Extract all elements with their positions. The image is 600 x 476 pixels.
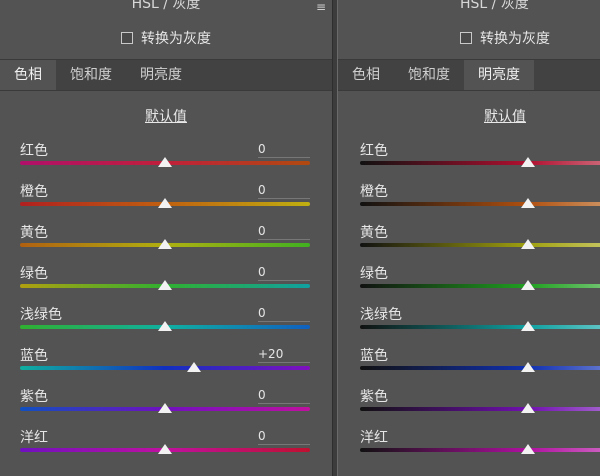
slider-value-field[interactable]: 0	[258, 306, 310, 322]
convert-grayscale-label[interactable]: 转换为灰度	[480, 28, 550, 48]
slider-value-field[interactable]: 0	[258, 142, 310, 158]
slider-label: 蓝色	[20, 348, 48, 364]
slider-value-field[interactable]: 0	[258, 224, 310, 240]
convert-grayscale-checkbox[interactable]	[121, 32, 133, 44]
slider-label: 紫色	[20, 389, 48, 405]
slider-label: 橙色	[360, 184, 388, 200]
slider-value-field[interactable]: 0	[258, 429, 310, 445]
hsl-tabs: 色相 饱和度 明亮度	[338, 59, 600, 91]
panel-title: HSL / 灰度	[460, 0, 529, 12]
slider-thumb[interactable]	[158, 321, 172, 331]
slider-thumb[interactable]	[158, 157, 172, 167]
convert-grayscale-row[interactable]: 转换为灰度	[0, 28, 332, 48]
tab-luminance[interactable]: 明亮度	[464, 60, 534, 90]
slider-thumb[interactable]	[521, 444, 535, 454]
slider-label: 洋红	[20, 430, 48, 446]
slider-track[interactable]	[360, 407, 600, 411]
convert-grayscale-row[interactable]: 转换为灰度	[460, 28, 600, 48]
slider-label: 紫色	[360, 389, 388, 405]
slider-thumb[interactable]	[158, 239, 172, 249]
default-button[interactable]: 默认值	[484, 106, 526, 126]
slider-label: 黄色	[360, 225, 388, 241]
slider-label: 绿色	[360, 266, 388, 282]
slider-thumb[interactable]	[521, 403, 535, 413]
slider-value-field[interactable]: 0	[258, 388, 310, 404]
slider-thumb[interactable]	[521, 239, 535, 249]
slider-track[interactable]	[360, 284, 600, 288]
hsl-panel-luminance: HSL / 灰度 转换为灰度 色相 饱和度 明亮度 默认值 红色橙色黄色绿色浅绿…	[338, 0, 600, 476]
slider-label: 橙色	[20, 184, 48, 200]
tab-saturation[interactable]: 饱和度	[394, 60, 464, 90]
slider-track[interactable]	[360, 161, 600, 165]
slider-label: 红色	[360, 143, 388, 159]
slider-track[interactable]	[360, 366, 600, 370]
slider-thumb[interactable]	[158, 403, 172, 413]
tab-saturation[interactable]: 饱和度	[56, 60, 126, 90]
slider-thumb[interactable]	[187, 362, 201, 372]
slider-label: 浅绿色	[360, 307, 402, 323]
slider-track[interactable]	[360, 325, 600, 329]
slider-label: 浅绿色	[20, 307, 62, 323]
slider-thumb[interactable]	[521, 157, 535, 167]
slider-track[interactable]	[360, 448, 600, 452]
panel-title: HSL / 灰度	[131, 0, 201, 12]
slider-label: 洋红	[360, 430, 388, 446]
default-button[interactable]: 默认值	[0, 106, 332, 126]
panel-menu-icon[interactable]: ≡	[316, 0, 326, 14]
slider-track[interactable]	[360, 202, 600, 206]
slider-thumb[interactable]	[521, 198, 535, 208]
slider-thumb[interactable]	[521, 280, 535, 290]
hsl-panel-hue: HSL / 灰度 ≡ 转换为灰度 色相 饱和度 明亮度 默认值 红色 0 橙色 0 黄色…	[0, 0, 332, 476]
slider-track[interactable]	[20, 366, 310, 370]
slider-thumb[interactable]	[521, 362, 535, 372]
slider-value-field[interactable]: 0	[258, 265, 310, 281]
slider-thumb[interactable]	[158, 280, 172, 290]
slider-thumb[interactable]	[158, 198, 172, 208]
slider-value-field[interactable]: +20	[258, 347, 310, 363]
slider-track[interactable]	[360, 243, 600, 247]
tab-hue[interactable]: 色相	[0, 60, 56, 90]
slider-value-field[interactable]: 0	[258, 183, 310, 199]
slider-label: 绿色	[20, 266, 48, 282]
slider-thumb[interactable]	[521, 321, 535, 331]
slider-label: 黄色	[20, 225, 48, 241]
slider-label: 红色	[20, 143, 48, 159]
tab-luminance[interactable]: 明亮度	[126, 60, 196, 90]
convert-grayscale-label[interactable]: 转换为灰度	[141, 28, 211, 48]
tab-hue[interactable]: 色相	[338, 60, 394, 90]
slider-thumb[interactable]	[158, 444, 172, 454]
hsl-tabs: 色相 饱和度 明亮度	[0, 59, 332, 91]
slider-label: 蓝色	[360, 348, 388, 364]
convert-grayscale-checkbox[interactable]	[460, 32, 472, 44]
